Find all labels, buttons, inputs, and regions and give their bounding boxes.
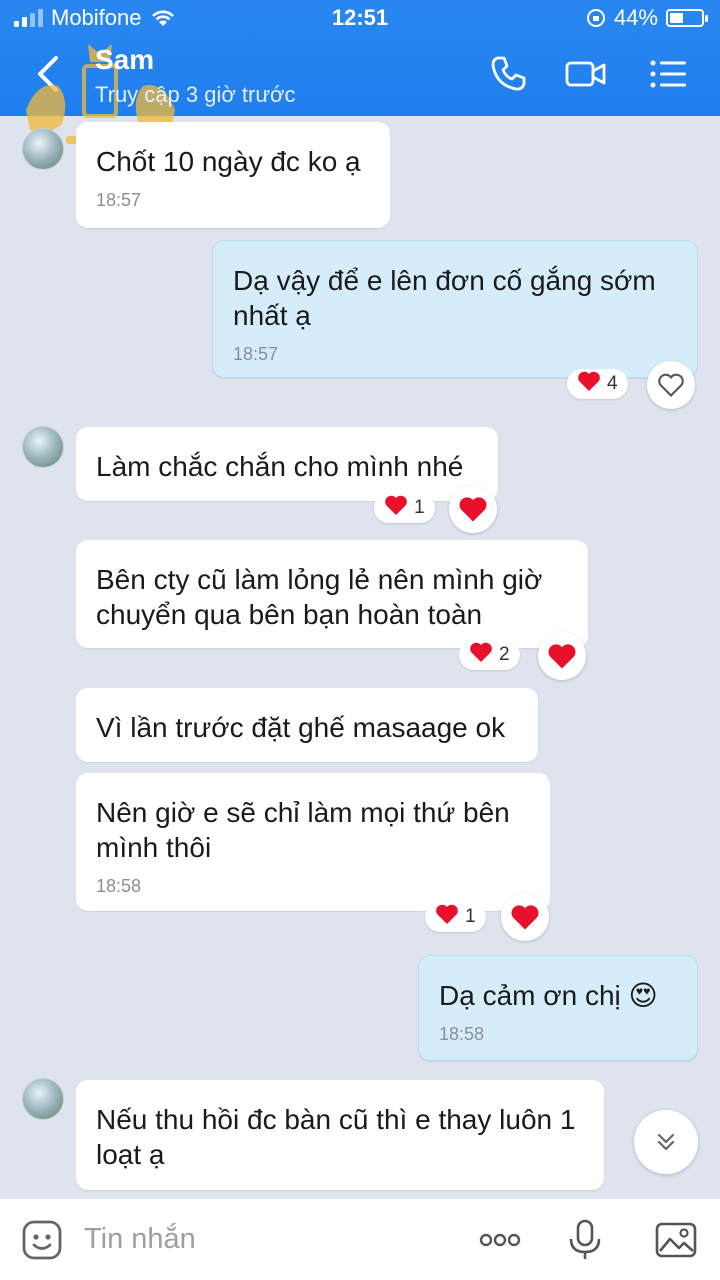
react-button[interactable] [449,485,497,533]
message-text: Dạ cảm ơn chị [439,980,621,1011]
message-line: Dạ cảm ơn chị 😍 [439,978,677,1013]
image-icon[interactable] [653,1217,699,1263]
battery-icon [666,9,708,27]
contact-last-seen: Truy cập 3 giờ trước [95,82,296,107]
sticker-icon[interactable] [19,1217,65,1263]
menu-icon[interactable] [646,52,690,96]
incoming-message[interactable]: Vì lần trước đặt ghế masaage ok [76,688,538,762]
heart-icon [511,905,539,930]
phone-icon[interactable] [486,52,530,96]
status-bar: Mobifone 12:51 44% [0,0,720,36]
incoming-message[interactable]: Nếu thu hồi đc bàn cũ thì e thay luôn 1 … [76,1080,604,1190]
battery-percent: 44% [613,5,658,30]
message-text: Vì lần trước đặt ghế masaage ok [96,712,506,743]
incoming-message[interactable]: Làm chắc chắn cho mình nhé [76,427,498,501]
message-text: Chốt 10 ngày đc ko ạ [96,146,361,177]
message-text: Làm chắc chắn cho mình nhé [96,451,464,482]
heart-outline-icon [658,373,684,397]
contact-name[interactable]: Sam [95,44,154,76]
message-time: 18:58 [439,1024,485,1044]
reaction-count: 4 [607,373,618,394]
reaction-summary[interactable]: 4 [567,369,628,399]
battery-info: 44% [586,5,708,31]
scroll-to-bottom-button[interactable] [634,1110,698,1174]
incoming-message[interactable]: Chốt 10 ngày đc ko ạ 18:57 [76,122,390,228]
react-button[interactable] [501,893,549,941]
message-time: 18:58 [96,876,142,896]
message-text: Bên cty cũ làm lỏng lẻ nên mình giờ chuy… [96,564,543,630]
heart-icon [469,641,493,669]
heart-eyes-emoji: 😍 [628,979,658,1012]
message-text: Nếu thu hồi đc bàn cũ thì e thay luôn 1 … [96,1104,576,1170]
heart-icon [459,497,487,522]
reaction-count: 1 [465,906,476,927]
react-button[interactable] [647,361,695,409]
message-input[interactable]: Tin nhắn [84,1223,196,1256]
incoming-message[interactable]: Nên giờ e sẽ chỉ làm mọi thứ bên mình th… [76,773,550,911]
heart-icon [548,644,576,669]
message-text: Dạ vậy để e lên đơn cố gắng sớm nhất ạ [233,265,656,331]
outgoing-message[interactable]: Dạ cảm ơn chị 😍 18:58 [418,955,698,1061]
chevron-double-down-icon [657,1133,675,1151]
heart-icon [577,370,601,398]
orientation-lock-icon [586,9,605,27]
more-icon[interactable] [477,1217,523,1263]
contact-avatar[interactable] [22,426,64,468]
message-time: 18:57 [233,344,279,364]
contact-avatar[interactable] [22,1078,64,1120]
reaction-summary[interactable]: 1 [425,902,486,932]
chat-header: Mobifone 12:51 44% Sam Truy cập 3 giờ tr… [0,0,720,144]
react-button[interactable] [538,632,586,680]
contact-avatar[interactable] [22,128,64,170]
heart-icon [435,903,459,931]
message-input-bar: Tin nhắn [0,1198,720,1280]
message-time: 18:57 [96,190,142,210]
message-list[interactable]: Chốt 10 ngày đc ko ạ 18:57 Dạ vậy để e l… [0,116,720,1198]
reaction-count: 1 [414,497,425,518]
video-call-icon[interactable] [564,52,608,96]
message-text: Nên giờ e sẽ chỉ làm mọi thứ bên mình th… [96,797,510,863]
outgoing-message[interactable]: Dạ vậy để e lên đơn cố gắng sớm nhất ạ 1… [212,240,698,378]
heart-icon [384,494,408,522]
microphone-icon[interactable] [562,1217,608,1263]
reaction-summary[interactable]: 2 [459,640,520,670]
incoming-message[interactable]: Bên cty cũ làm lỏng lẻ nên mình giờ chuy… [76,540,588,648]
reaction-summary[interactable]: 1 [374,493,435,523]
reaction-count: 2 [499,644,510,665]
